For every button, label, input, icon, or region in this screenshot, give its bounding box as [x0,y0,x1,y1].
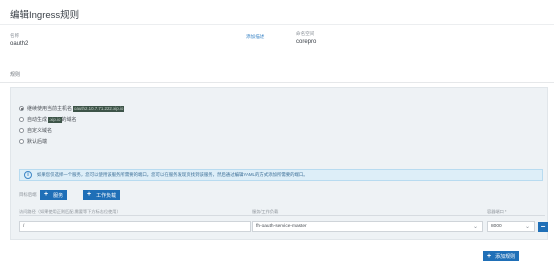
add-rule-label: 添加规则 [495,253,516,260]
info-icon: i [24,171,32,179]
info-banner: i 如果您仅选择一个服务，您可以使用该服务所需要的端口。您可以在服务发现页找到该… [19,169,543,181]
plus-icon: + [87,191,92,198]
add-service-label: 服务 [53,192,64,199]
chevron-down-icon: ⌄ [473,224,479,230]
add-description-link[interactable]: 添加描述 [246,34,264,40]
plus-icon: + [44,191,49,198]
info-text: 如果您仅选择一个服务，您可以使用该服务所需要的端口。您可以在服务发现页找到该服务… [37,172,308,177]
port-select-value: 8000 [491,224,502,229]
name-label: 名称 [10,33,20,38]
namespace-label: 命名空间 [296,31,315,36]
radio-button[interactable] [19,128,24,133]
target-select[interactable]: fh-oauth-service-master [252,221,483,232]
rules-section-label: 规则 [10,72,21,78]
target-backend-label: 目标后端 [19,192,37,197]
masked-hostname: oauth2.10.7.71.222.xip.io [73,105,125,112]
chevron-down-icon: ⌄ [525,224,531,230]
page-title: 编辑Ingress规则 [10,10,80,21]
radio-label: 继续使用当前主机名 [27,106,73,112]
radio-button[interactable] [19,106,24,111]
add-workload-button[interactable]: + 工作负载 [83,190,121,200]
add-rule-button[interactable]: + 添加规则 [483,251,520,261]
radio-suffix: 的域名 [61,117,77,123]
radio-label: 默认后端 [27,139,48,145]
add-workload-label: 工作负载 [96,192,117,199]
remove-row-button[interactable]: − [538,222,548,232]
name-value: oauth2 [10,41,29,47]
title-divider [0,24,554,25]
radio-button[interactable] [19,117,24,122]
radio-label: 自定义域名 [27,128,53,134]
plus-icon: + [487,252,492,260]
namespace-value: corepro [296,39,317,45]
radio-keep-hostname[interactable]: 继续使用当前主机名 oauth2.10.7.71.222.xip.io [19,105,125,112]
radio-label: 自动生成 [27,117,48,123]
radio-button[interactable] [19,139,24,144]
radio-auto-generate[interactable]: 自动生成 .xip.io 的域名 [19,116,77,123]
masked-domain: .xip.io [48,116,62,123]
rules-divider [0,82,554,83]
path-input[interactable]: / [19,221,251,232]
column-divider [19,215,545,216]
add-service-button[interactable]: + 服务 [40,190,68,200]
radio-custom-domain[interactable]: 自定义域名 [19,127,52,134]
rule-panel: 继续使用当前主机名 oauth2.10.7.71.222.xip.io 自动生成… [10,87,548,240]
target-select-value: fh-oauth-service-master [256,224,307,229]
radio-default-backend[interactable]: 默认后端 [19,138,47,145]
